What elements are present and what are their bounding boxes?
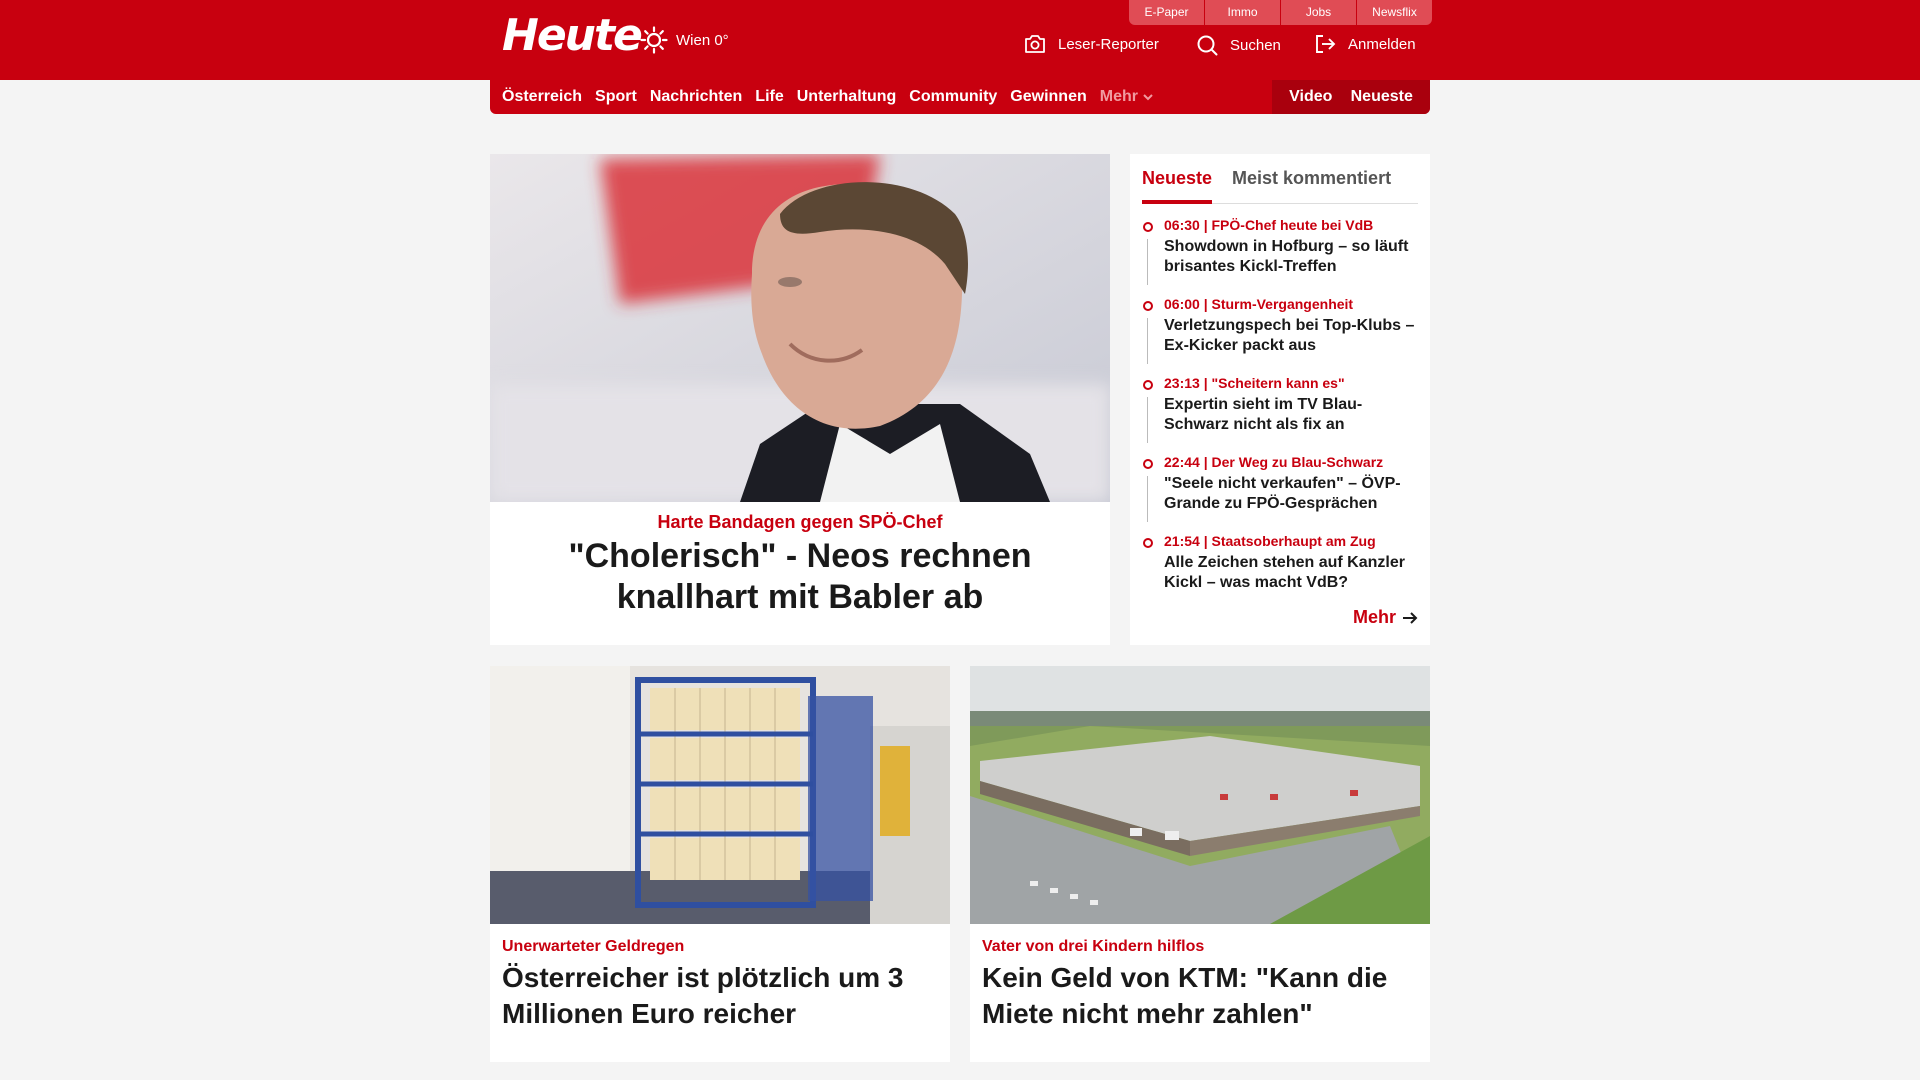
nav-item-nachrichten[interactable]: Nachrichten bbox=[650, 88, 742, 106]
article-card-image[interactable] bbox=[490, 666, 950, 924]
lead-article-image[interactable] bbox=[490, 154, 1110, 502]
login-button[interactable]: Anmelden bbox=[1314, 34, 1416, 54]
camera-icon bbox=[1025, 35, 1045, 53]
news-ticker-sidebar: Neueste Meist kommentiert 06:30 | FPÖ-Ch… bbox=[1130, 154, 1430, 645]
ticker-item-kicker: 06:00 | Sturm-Vergangenheit bbox=[1164, 296, 1354, 312]
timeline-line bbox=[1147, 397, 1148, 443]
nav-right-group: Video Neueste bbox=[1272, 80, 1430, 114]
leser-reporter-button[interactable]: Leser-Reporter bbox=[1024, 34, 1159, 54]
leser-reporter-label: Leser-Reporter bbox=[1058, 35, 1159, 53]
ticker-item-kicker: 23:13 | "Scheitern kann es" bbox=[1164, 375, 1345, 391]
ticker-item-title: Expertin sieht im TV Blau-Schwarz nicht … bbox=[1164, 396, 1363, 433]
top-link-jobs[interactable]: Jobs bbox=[1281, 0, 1356, 25]
search-button[interactable]: Suchen bbox=[1196, 34, 1281, 56]
chevron-down-icon bbox=[1143, 94, 1153, 101]
nav-item-community[interactable]: Community bbox=[909, 88, 997, 106]
ticker-item[interactable]: 23:13 | "Scheitern kann es" Expertin sie… bbox=[1142, 374, 1418, 453]
top-links: E-Paper Immo Jobs Newsflix bbox=[1129, 0, 1432, 25]
article-card[interactable]: Unerwarteter Geldregen Österreicher ist … bbox=[490, 666, 950, 1062]
search-icon bbox=[1197, 35, 1218, 56]
ticker-item[interactable]: 21:54 | Staatsoberhaupt am Zug Alle Zeic… bbox=[1142, 532, 1418, 611]
login-label: Anmelden bbox=[1348, 35, 1416, 53]
timeline-line bbox=[1147, 239, 1148, 285]
timeline-dot bbox=[1143, 459, 1153, 469]
top-link-newsflix[interactable]: Newsflix bbox=[1357, 0, 1432, 25]
login-icon bbox=[1316, 35, 1336, 53]
article-card-kicker: Unerwarteter Geldregen bbox=[502, 938, 685, 955]
article-card[interactable]: Vater von drei Kindern hilflos Kein Geld… bbox=[970, 666, 1430, 1062]
site-header bbox=[0, 0, 1920, 80]
ticker-item[interactable]: 22:44 | Der Weg zu Blau-Schwarz "Seele n… bbox=[1142, 453, 1418, 532]
ticker-item-kicker: 06:30 | FPÖ-Chef heute bei VdB bbox=[1164, 217, 1374, 233]
top-link-epaper[interactable]: E-Paper bbox=[1129, 0, 1204, 25]
tab-meist-kommentiert[interactable]: Meist kommentiert bbox=[1232, 164, 1391, 204]
article-card-kicker: Vater von drei Kindern hilflos bbox=[982, 938, 1205, 955]
sidebar-tabs: Neueste Meist kommentiert bbox=[1142, 164, 1418, 204]
ticker-item-title: Alle Zeichen stehen auf Kanzler Kickl – … bbox=[1164, 554, 1405, 591]
nav-item-gewinnen[interactable]: Gewinnen bbox=[1010, 88, 1086, 106]
tab-neueste[interactable]: Neueste bbox=[1142, 164, 1213, 204]
ticker-item-title: "Seele nicht verkaufen" – ÖVP-Grande zu … bbox=[1164, 475, 1401, 512]
timeline-dot bbox=[1143, 538, 1153, 548]
arrow-right-icon bbox=[1403, 611, 1418, 624]
lead-article-title[interactable]: "Cholerisch" - Neos rechnen knallhart mi… bbox=[500, 536, 1100, 618]
sun-icon bbox=[640, 26, 668, 54]
weather-widget[interactable]: Wien 0° bbox=[640, 26, 729, 54]
article-card-title[interactable]: Kein Geld von KTM: "Kann die Miete nicht… bbox=[982, 960, 1418, 1032]
nav-more-dropdown[interactable]: Mehr bbox=[1100, 88, 1154, 106]
lead-article-kicker: Harte Bandagen gegen SPÖ-Chef bbox=[657, 512, 943, 532]
nav-item-life[interactable]: Life bbox=[755, 88, 783, 106]
site-logo[interactable]: Heute bbox=[502, 12, 643, 60]
timeline-dot bbox=[1143, 222, 1153, 232]
sidebar-more-link[interactable]: Mehr bbox=[1353, 607, 1418, 628]
ticker-item[interactable]: 06:30 | FPÖ-Chef heute bei VdB Showdown … bbox=[1142, 216, 1418, 295]
weather-label: Wien 0° bbox=[676, 31, 729, 49]
nav-item-unterhaltung[interactable]: Unterhaltung bbox=[797, 88, 897, 106]
ticker-item-title: Showdown in Hofburg – so läuft brisantes… bbox=[1164, 238, 1409, 275]
timeline-dot bbox=[1143, 380, 1153, 390]
ticker-item-title: Verletzungspech bei Top-Klubs – Ex-Kicke… bbox=[1164, 317, 1415, 354]
main-navigation: Österreich Sport Nachrichten Life Unterh… bbox=[490, 80, 1430, 114]
nav-item-neueste[interactable]: Neueste bbox=[1351, 88, 1413, 106]
sidebar-more-label: Mehr bbox=[1352, 607, 1396, 627]
article-card-image[interactable] bbox=[970, 666, 1430, 924]
timeline-line bbox=[1147, 476, 1148, 522]
search-label: Suchen bbox=[1230, 36, 1281, 54]
timeline-dot bbox=[1143, 301, 1153, 311]
nav-more-label: Mehr bbox=[1099, 88, 1138, 105]
ticker-item-kicker: 21:54 | Staatsoberhaupt am Zug bbox=[1164, 533, 1376, 549]
article-card-title[interactable]: Österreicher ist plötzlich um 3 Millione… bbox=[502, 960, 938, 1032]
nav-item-oesterreich[interactable]: Österreich bbox=[502, 88, 582, 106]
nav-item-sport[interactable]: Sport bbox=[595, 88, 637, 106]
nav-item-video[interactable]: Video bbox=[1289, 88, 1332, 106]
timeline-line bbox=[1147, 318, 1148, 364]
ticker-item[interactable]: 06:00 | Sturm-Vergangenheit Verletzungsp… bbox=[1142, 295, 1418, 374]
lead-article[interactable]: Harte Bandagen gegen SPÖ-Chef "Cholerisc… bbox=[490, 154, 1110, 645]
ticker-timeline: 06:30 | FPÖ-Chef heute bei VdB Showdown … bbox=[1142, 216, 1418, 611]
ticker-item-kicker: 22:44 | Der Weg zu Blau-Schwarz bbox=[1164, 454, 1384, 470]
top-link-immo[interactable]: Immo bbox=[1205, 0, 1280, 25]
